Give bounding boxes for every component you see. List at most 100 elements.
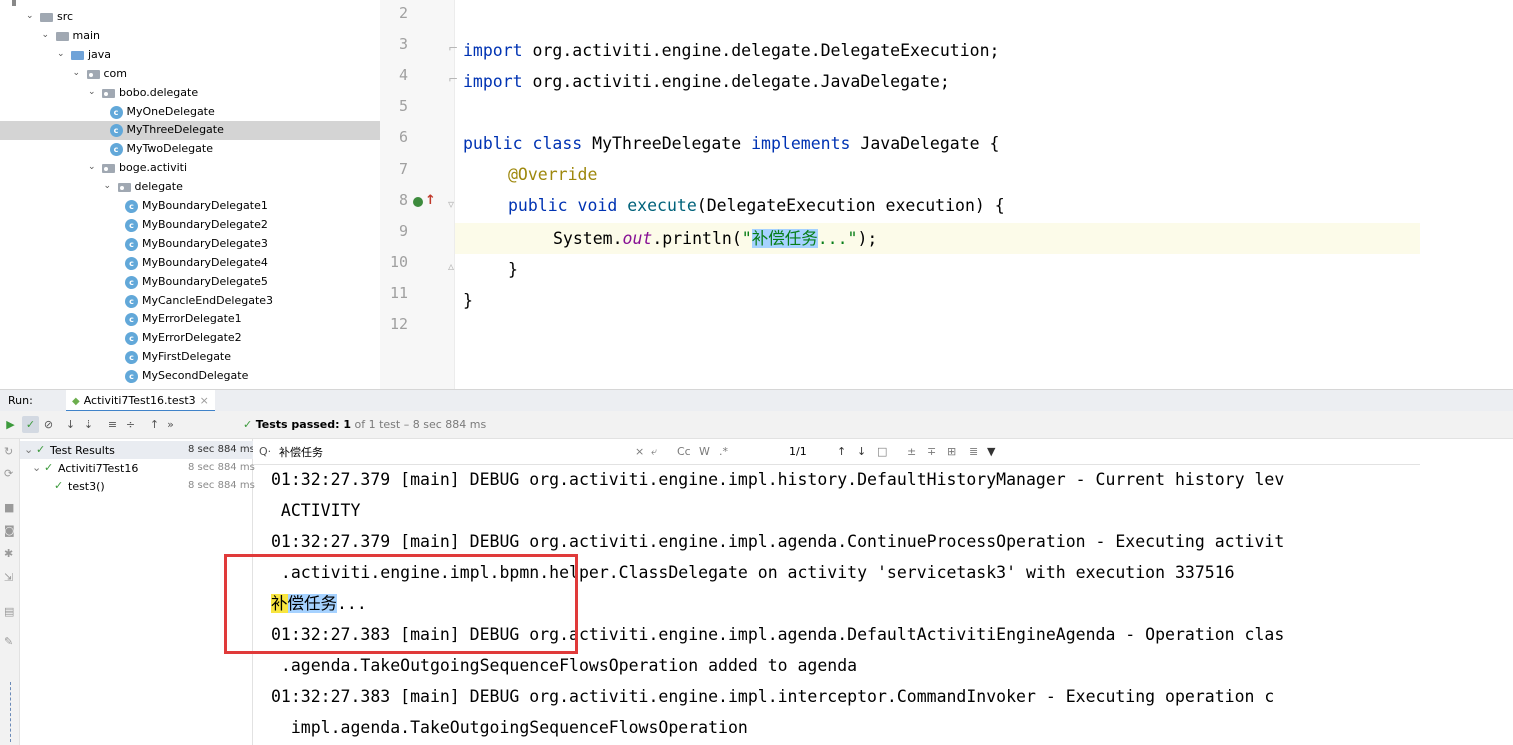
chevron-down-icon[interactable]: ⌄ bbox=[88, 162, 96, 172]
newline-icon[interactable]: ⤶ bbox=[651, 445, 657, 459]
add-occurrence-icon[interactable]: ± bbox=[907, 445, 916, 458]
close-icon[interactable]: × bbox=[200, 394, 209, 407]
next-match-icon[interactable]: ↓ bbox=[857, 445, 866, 458]
class-icon: c bbox=[109, 124, 123, 138]
line-number: 5 bbox=[398, 97, 408, 116]
line-number: 11 bbox=[389, 283, 408, 302]
code-editor[interactable]: ↑ ⌐ ⌐ ▿ ▵ 2 3 4 5 6 7 8 9 10 11 12 import org.acti… bbox=[380, 0, 1420, 389]
prev-failed-icon[interactable]: ↑ bbox=[146, 416, 163, 433]
run-tab[interactable]: ◆ Activiti7Test16.test3 × bbox=[66, 390, 215, 412]
chevron-down-icon[interactable]: ⌄ bbox=[73, 68, 81, 78]
align-icon[interactable]: ≣ bbox=[969, 445, 978, 458]
test-name: Activiti7Test16 bbox=[58, 462, 139, 475]
fold-marker-icon[interactable]: ⌐ bbox=[448, 72, 458, 86]
regex-toggle[interactable]: .* bbox=[719, 445, 728, 458]
tree-item-label: MyOneDelegate bbox=[126, 104, 215, 118]
search-input[interactable] bbox=[279, 443, 609, 460]
pin-icon[interactable]: ✎ bbox=[4, 635, 13, 648]
tree-item-label: MySecondDelegate bbox=[142, 369, 249, 383]
fold-marker-icon[interactable]: ▿ bbox=[448, 197, 454, 211]
select-all-icon[interactable]: □ bbox=[877, 445, 887, 458]
collapse-all-icon[interactable]: ÷ bbox=[122, 416, 139, 433]
tree-item-class[interactable]: c MySecondDelegate bbox=[0, 367, 380, 386]
override-arrow-icon[interactable]: ↑ bbox=[425, 193, 436, 208]
tree-item-folder[interactable]: ⌄ src bbox=[0, 8, 380, 27]
sort-alpha-icon[interactable]: ↓ bbox=[62, 416, 79, 433]
folder-icon bbox=[55, 31, 69, 41]
expand-all-icon[interactable]: ≡ bbox=[104, 416, 121, 433]
match-case-toggle[interactable]: Cc bbox=[677, 445, 691, 458]
chevron-down-icon[interactable]: ⌄ bbox=[104, 181, 112, 191]
check-icon: ✓ bbox=[44, 461, 54, 474]
tree-item-folder[interactable]: ⌄ com bbox=[0, 65, 380, 84]
stop-icon[interactable]: ■ bbox=[4, 501, 14, 514]
code-text: org.activiti.engine.delegate.JavaDelegat… bbox=[522, 72, 950, 91]
tree-item-class[interactable]: c MyBoundaryDelegate1 bbox=[0, 197, 380, 216]
test-run-icon: ◆ bbox=[72, 396, 80, 407]
tree-item-class[interactable]: c MyBoundaryDelegate4 bbox=[0, 254, 380, 273]
string-literal: ..." bbox=[817, 229, 858, 248]
folder-icon bbox=[40, 13, 53, 22]
tree-item-folder[interactable]: ⌄ java bbox=[0, 46, 380, 65]
chevron-down-icon[interactable]: ⌄ bbox=[24, 443, 33, 456]
class-icon: c bbox=[125, 200, 138, 213]
class-icon: c bbox=[125, 370, 138, 384]
filter-icon[interactable]: ▼ bbox=[987, 445, 995, 458]
test-row-root[interactable]: ⌄ ✓ Test Results 8 sec 884 ms bbox=[20, 441, 255, 459]
tree-item-class[interactable]: c MyErrorDelegate1 bbox=[0, 310, 380, 329]
prev-match-icon[interactable]: ↑ bbox=[837, 445, 846, 458]
fold-marker-icon[interactable]: ▵ bbox=[448, 259, 454, 273]
show-ignored-icon[interactable]: ⊘ bbox=[40, 416, 57, 433]
tree-item-folder[interactable]: ⌄ bobo.delegate bbox=[0, 84, 380, 103]
remove-occurrence-icon[interactable]: ∓ bbox=[927, 445, 936, 458]
tree-item-class[interactable]: c MyBoundaryDelegate2 bbox=[0, 216, 380, 235]
camera-icon[interactable]: ◙ bbox=[4, 524, 15, 537]
code-text: (DelegateExecution execution) { bbox=[696, 196, 1005, 215]
chevron-down-icon[interactable]: ⌄ bbox=[42, 30, 50, 40]
package-icon bbox=[102, 164, 115, 174]
tests-passed-detail: of 1 test – 8 sec 884 ms bbox=[351, 418, 487, 431]
layout-icon[interactable]: ▤ bbox=[4, 605, 14, 618]
class-icon: c bbox=[109, 105, 123, 119]
fold-marker-icon[interactable]: ⌐ bbox=[448, 41, 458, 55]
chevron-down-icon[interactable]: ⌄ bbox=[88, 87, 96, 97]
console-line: ACTIVITY bbox=[271, 501, 361, 520]
test-time: 8 sec 884 ms bbox=[188, 444, 255, 455]
chevron-down-icon[interactable]: ⌄ bbox=[57, 49, 65, 59]
code-line-7: @Override bbox=[508, 159, 597, 190]
tree-item-folder[interactable]: ⌄ boge.activiti bbox=[0, 159, 380, 178]
code-line-11: } bbox=[463, 285, 473, 316]
test-row-class[interactable]: ⌄ ✓ Activiti7Test16 8 sec 884 ms bbox=[20, 459, 255, 477]
toggle-auto-test-icon[interactable]: ⟳ bbox=[4, 467, 13, 480]
more-icon[interactable]: » bbox=[162, 416, 179, 433]
tree-item-class[interactable]: c MyBoundaryDelegate3 bbox=[0, 235, 380, 254]
tree-item-folder[interactable]: ⌄ delegate bbox=[0, 178, 380, 197]
rerun-icon[interactable]: ▶ bbox=[2, 416, 19, 433]
debug-icon[interactable]: ✱ bbox=[4, 547, 13, 560]
folder-icon bbox=[71, 50, 84, 60]
tree-item-class[interactable]: c MyTwoDelegate bbox=[0, 140, 380, 159]
run-gutter-icon[interactable] bbox=[413, 197, 423, 207]
tree-item-class[interactable]: c MyOneDelegate bbox=[0, 103, 380, 122]
tree-item-folder[interactable]: ⌄ main bbox=[0, 27, 380, 46]
clear-icon[interactable]: × bbox=[635, 445, 644, 458]
chevron-down-icon[interactable]: ⌄ bbox=[26, 11, 34, 21]
tree-item-class[interactable]: c MyErrorDelegate2 bbox=[0, 329, 380, 348]
show-passed-icon[interactable]: ✓ bbox=[22, 416, 39, 433]
import-icon[interactable]: ⇲ bbox=[4, 571, 13, 584]
class-icon: c bbox=[109, 143, 123, 157]
select-all-occurrences-icon[interactable]: ⊞ bbox=[947, 445, 956, 458]
tree-item-label: MyThreeDelegate bbox=[126, 123, 224, 137]
keyword: import bbox=[463, 41, 523, 60]
tree-item-class[interactable]: c MyCancleEndDelegate3 bbox=[0, 292, 380, 311]
sort-duration-icon[interactable]: ⇣ bbox=[80, 416, 97, 433]
test-row-method[interactable]: ✓ test3() 8 sec 884 ms bbox=[20, 477, 255, 495]
rerun-failed-icon[interactable]: ↻ bbox=[4, 445, 13, 458]
tree-item-class[interactable]: c MyBoundaryDelegate5 bbox=[0, 273, 380, 292]
tree-item-class[interactable]: c MyThreeDelegate bbox=[0, 121, 380, 141]
tree-item-label: MyBoundaryDelegate5 bbox=[142, 274, 268, 288]
chevron-down-icon[interactable]: ⌄ bbox=[32, 461, 41, 474]
whole-word-toggle[interactable]: W bbox=[699, 445, 710, 458]
code-line-3: import org.activiti.engine.delegate.Dele… bbox=[463, 35, 999, 66]
tree-item-class[interactable]: c MyFirstDelegate bbox=[0, 348, 380, 367]
